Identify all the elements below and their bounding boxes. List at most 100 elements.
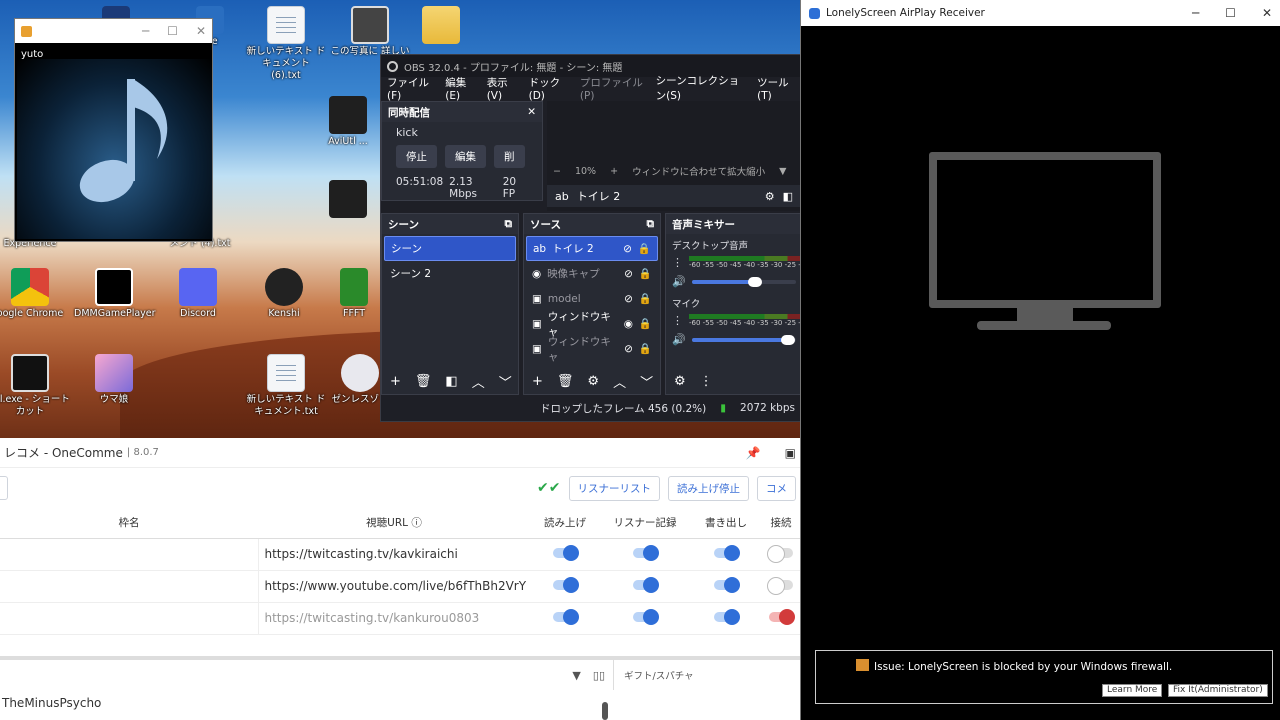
add-icon[interactable]: + [390, 374, 401, 389]
read-toggle[interactable] [553, 577, 579, 593]
source-item[interactable]: ab トイレ 2 ⊘ 🔒 [526, 236, 658, 261]
trash-icon[interactable]: 🗑 [557, 374, 574, 389]
url-cell[interactable]: https://twitcasting.tv/kankurou0803 [257, 602, 530, 635]
edit-button[interactable]: 編集 [445, 145, 486, 168]
desktop-icon[interactable]: Kenshi [244, 268, 324, 320]
chevron-up-icon[interactable]: ︿ [472, 372, 485, 391]
url-cell[interactable]: https://www.youtube.com/live/b6fThBh2VrY [257, 570, 530, 603]
desktop-icon[interactable]: FFFT [334, 268, 374, 320]
stop-reading-button[interactable]: 読み上げ停止 [668, 475, 749, 501]
add-icon[interactable]: + [532, 374, 543, 389]
chevron-down-icon[interactable]: ﹀ [640, 372, 653, 391]
desktop-icon[interactable] [416, 6, 466, 46]
gear-icon[interactable]: ⚙ [765, 190, 775, 203]
kebab-menu-icon[interactable]: ⋮ [672, 256, 683, 269]
volume-slider[interactable] [691, 276, 796, 287]
connect-toggle[interactable] [769, 609, 795, 625]
menu-profile[interactable]: プロファイル(P) [580, 75, 644, 102]
undock-icon[interactable]: ⧉ [505, 218, 513, 231]
connect-toggle[interactable] [767, 545, 793, 563]
filter-icon[interactable]: ◧ [445, 374, 457, 389]
source-item[interactable]: ▣ model ⊘ 🔒 [526, 286, 658, 311]
scrollbar[interactable] [602, 702, 608, 720]
export-toggle[interactable] [714, 577, 740, 593]
lock-icon[interactable]: 🔒 [639, 292, 652, 305]
kebab-menu-icon[interactable]: ⋮ [672, 314, 683, 327]
close-icon[interactable]: ✕ [1262, 6, 1272, 20]
columns-icon[interactable]: ▯▯ [593, 669, 605, 682]
desktop-icon[interactable]: 新しいテキスト ドキュメント (6).txt [246, 6, 326, 82]
lock-icon[interactable]: 🔒 [639, 342, 652, 355]
desktop-icon[interactable]: 新しいテキスト ドキュメント.txt [246, 354, 326, 418]
speaker-icon[interactable]: 🔊 [672, 275, 686, 288]
picture-in-picture-icon[interactable]: ▣ [785, 446, 796, 460]
obs-window[interactable]: OBS 32.0.4 - プロファイル: 無題 - シーン: 無題 ファイル(F… [380, 54, 806, 422]
minimize-icon[interactable]: ─ [1192, 6, 1199, 20]
desktop-icon[interactable]: AviUtl ... [320, 96, 376, 148]
lock-icon[interactable]: 🔒 [639, 317, 652, 330]
title-bar[interactable]: LonelyScreen AirPlay Receiver ─ ☐ ✕ [801, 0, 1280, 26]
maximize-icon[interactable]: ☐ [1225, 6, 1236, 20]
kebab-menu-icon[interactable]: ⋮ [700, 374, 713, 389]
learn-more-button[interactable]: Learn More [1102, 684, 1163, 697]
desktop-icon[interactable]: utl.exe - ショートカット [0, 354, 70, 418]
desktop-icon[interactable]: Discord [158, 268, 238, 320]
desktop-icon[interactable]: DMMGamePlayer [74, 268, 156, 320]
read-toggle[interactable] [553, 609, 579, 625]
menu-edit[interactable]: 編集(E) [445, 75, 474, 102]
chevron-down-icon[interactable]: ▼ [779, 166, 786, 177]
record-toggle[interactable] [633, 609, 659, 625]
menu-dock[interactable]: ドック(D) [529, 75, 568, 102]
gear-icon[interactable]: ⚙ [587, 374, 599, 389]
url-cell[interactable]: https://twitcasting.tv/kavkiraichi [257, 538, 530, 571]
speaker-icon[interactable]: 🔊 [672, 333, 686, 346]
preview-area[interactable]: − 10% + ウィンドウに合わせて拡大縮小 ▼ ab トイレ 2 ⚙ ◧ [547, 101, 801, 211]
menu-view[interactable]: 表示(V) [487, 75, 517, 102]
close-icon[interactable]: ✕ [196, 24, 206, 38]
source-item[interactable]: ◉ 映像キャプ ⊘ 🔒 [526, 261, 658, 286]
menu-scene-collection[interactable]: シーンコレクション(S) [656, 73, 745, 103]
desktop-icon[interactable]: ウマ娘 [74, 354, 154, 406]
comment-button[interactable]: コメ [757, 475, 796, 501]
filter-icon[interactable]: ◧ [783, 190, 793, 203]
eye-hidden-icon[interactable]: ⊘ [624, 293, 633, 305]
export-toggle[interactable] [714, 609, 740, 625]
stop-button[interactable]: 停止 [396, 145, 437, 168]
title-bar[interactable]: ─ ☐ ✕ [15, 19, 212, 43]
pin-icon[interactable]: 📌 [746, 446, 761, 460]
record-toggle[interactable] [633, 545, 659, 561]
eye-icon[interactable]: ◉ [624, 318, 633, 330]
zoom-in-button[interactable]: + [610, 166, 618, 177]
source-item[interactable]: ▣ ウィンドウキャ ◉ 🔒 [526, 311, 658, 338]
onecomme-window[interactable]: レコメ - OneComme | 8.0.7 📌 ▣ ✔✔ リスナーリスト 読み… [0, 438, 800, 720]
table-row[interactable]: https://twitcasting.tv/kavkiraichi [0, 538, 800, 571]
trash-icon[interactable]: 🗑 [415, 374, 432, 389]
lonelyscreen-window[interactable]: LonelyScreen AirPlay Receiver ─ ☐ ✕ Issu… [800, 0, 1280, 720]
filter-icon[interactable]: ▼ [572, 669, 580, 682]
media-player-window[interactable]: ─ ☐ ✕ yuto [14, 18, 213, 242]
table-row[interactable]: https://twitcasting.tv/kankurou0803 [0, 602, 800, 635]
listener-list-button[interactable]: リスナーリスト [568, 475, 660, 501]
close-icon[interactable]: ✕ [527, 106, 536, 118]
export-toggle[interactable] [714, 545, 740, 561]
record-toggle[interactable] [633, 577, 659, 593]
chevron-down-icon[interactable]: ﹀ [499, 372, 512, 391]
source-item[interactable]: ▣ ウィンドウキャ ⊘ 🔒 [526, 336, 658, 363]
read-toggle[interactable] [553, 545, 579, 561]
volume-slider[interactable] [691, 334, 796, 345]
zoom-out-button[interactable]: − [553, 166, 561, 177]
search-input[interactable] [0, 476, 8, 500]
desktop-icon[interactable]: この写真に 詳しい [330, 6, 410, 58]
eye-hidden-icon[interactable]: ⊘ [624, 343, 633, 355]
help-icon[interactable]: ⓘ [411, 517, 422, 529]
minimize-icon[interactable]: ─ [142, 24, 149, 38]
undock-icon[interactable]: ⧉ [647, 218, 655, 231]
connect-toggle[interactable] [767, 577, 793, 595]
eye-hidden-icon[interactable]: ⊘ [623, 243, 632, 255]
advanced-audio-icon[interactable]: ⚙ [674, 374, 686, 389]
table-row[interactable]: https://www.youtube.com/live/b6fThBh2VrY [0, 570, 800, 603]
menu-file[interactable]: ファイル(F) [387, 75, 433, 102]
menu-tools[interactable]: ツール(T) [757, 75, 795, 102]
desktop-icon[interactable] [320, 180, 376, 220]
chevron-up-icon[interactable]: ︿ [613, 372, 626, 391]
